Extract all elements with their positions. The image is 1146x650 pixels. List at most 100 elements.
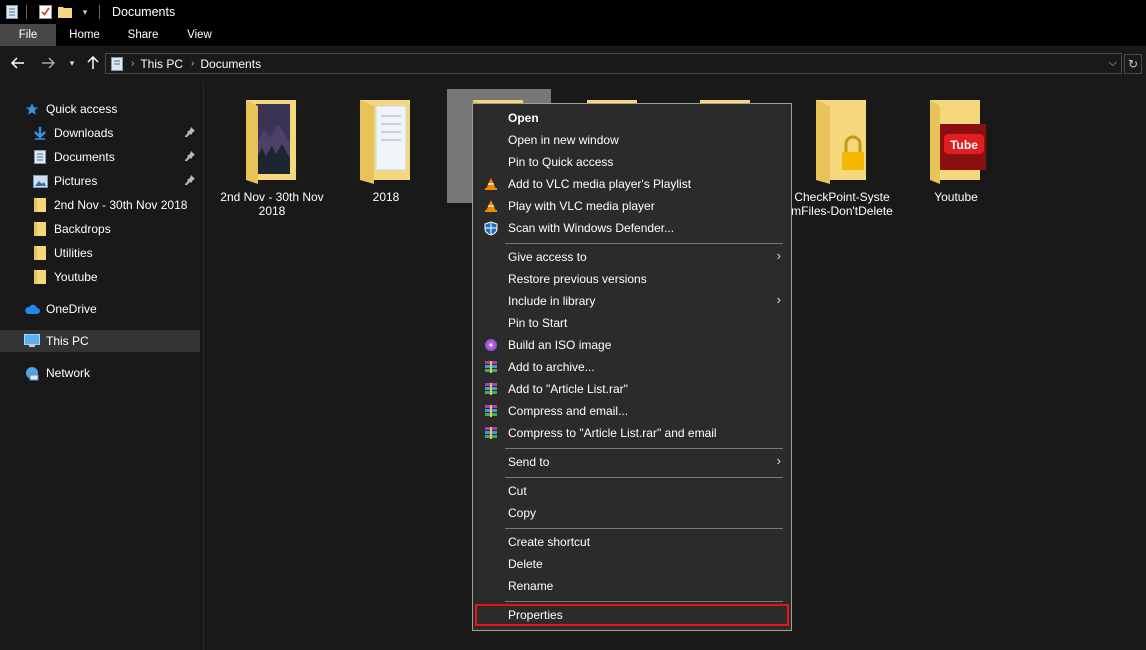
customize-dropdown-icon[interactable]: ▾ xyxy=(77,4,93,20)
sidebar-item-backdrops[interactable]: Backdrops xyxy=(0,218,200,240)
menu-item-label: Scan with Windows Defender... xyxy=(508,221,675,235)
menu-separator xyxy=(505,528,783,529)
properties-icon[interactable] xyxy=(4,4,20,20)
menu-item-open-new-window[interactable]: Open in new window xyxy=(475,129,789,151)
sidebar-item-label: Documents xyxy=(54,150,115,164)
menu-item-label: Build an ISO image xyxy=(508,338,612,352)
breadcrumb-documents[interactable]: Documents xyxy=(200,57,261,71)
menu-item-scan-defender[interactable]: Scan with Windows Defender... xyxy=(475,217,789,239)
menu-item-cut[interactable]: Cut xyxy=(475,480,789,502)
menu-separator xyxy=(505,601,783,602)
menu-item-build-iso[interactable]: Build an ISO image xyxy=(475,334,789,356)
menu-item-add-archive[interactable]: Add to archive... xyxy=(475,356,789,378)
title-separator xyxy=(26,5,27,19)
up-arrow-icon[interactable] xyxy=(84,54,102,72)
pin-icon[interactable] xyxy=(184,126,196,138)
defender-shield-icon xyxy=(483,220,499,236)
sidebar-item-label: 2nd Nov - 30th Nov 2018 xyxy=(54,198,188,212)
winrar-icon xyxy=(483,381,499,397)
menu-item-label: Cut xyxy=(508,484,527,498)
sidebar-item-label: Network xyxy=(46,366,91,380)
menu-item-give-access[interactable]: Give access to › xyxy=(475,246,789,268)
documents-icon xyxy=(32,149,48,165)
menu-item-label: Pin to Quick access xyxy=(508,155,614,169)
sidebar-item-quick-access[interactable]: Quick access xyxy=(0,98,200,120)
checklist-icon[interactable] xyxy=(37,4,53,20)
new-folder-icon[interactable] xyxy=(57,4,73,20)
sidebar-item-label: Utilities xyxy=(54,246,93,260)
sidebar-item-label: Quick access xyxy=(46,102,118,116)
menu-item-compress-email[interactable]: Compress and email... xyxy=(475,400,789,422)
menu-item-label: Open in new window xyxy=(508,133,619,147)
menu-item-open[interactable]: Open xyxy=(475,107,789,129)
menu-item-create-shortcut[interactable]: Create shortcut xyxy=(475,531,789,553)
menu-item-add-rar[interactable]: Add to "Article List.rar" xyxy=(475,378,789,400)
cloud-icon xyxy=(24,301,40,317)
back-arrow-icon[interactable] xyxy=(9,54,27,72)
menu-item-restore-versions[interactable]: Restore previous versions xyxy=(475,268,789,290)
menu-item-label: Compress and email... xyxy=(508,404,629,418)
sidebar-item-label: Pictures xyxy=(54,174,98,188)
folder-item[interactable]: 2018 xyxy=(334,98,438,204)
star-icon xyxy=(24,101,40,117)
context-menu: Open Open in new window Pin to Quick acc… xyxy=(472,103,792,631)
winrar-icon xyxy=(483,425,499,441)
menu-item-label: Copy xyxy=(508,506,537,520)
menu-separator xyxy=(505,477,783,478)
menu-item-pin-quick-access[interactable]: Pin to Quick access xyxy=(475,151,789,173)
tab-home[interactable]: Home xyxy=(56,24,113,46)
sidebar-item-onedrive[interactable]: OneDrive xyxy=(0,298,200,320)
folder-item[interactable]: 2nd Nov - 30th Nov 2018 xyxy=(220,98,324,218)
sidebar-item-utilities[interactable]: Utilities xyxy=(0,242,200,264)
menu-item-compress-rar-email[interactable]: Compress to "Article List.rar" and email xyxy=(475,422,789,444)
folder-name: CheckPoint-SystemFiles-Don'tDelete xyxy=(791,190,893,218)
sidebar-item-network[interactable]: Network xyxy=(0,362,200,384)
menu-item-label: Add to "Article List.rar" xyxy=(508,382,628,396)
menu-item-label: Add to archive... xyxy=(508,360,595,374)
sidebar-item-this-pc[interactable]: This PC xyxy=(0,330,200,352)
svg-text:Tube: Tube xyxy=(950,138,978,152)
menu-item-pin-start[interactable]: Pin to Start xyxy=(475,312,789,334)
menu-item-label: Rename xyxy=(508,579,554,593)
refresh-icon[interactable]: ↻ xyxy=(1124,54,1142,74)
address-dropdown-icon[interactable]: ⌵ xyxy=(1109,57,1117,70)
pictures-icon xyxy=(32,173,48,189)
recent-locations-chevron-icon[interactable]: ▾ xyxy=(63,54,81,72)
breadcrumb-this-pc[interactable]: This PC xyxy=(140,57,183,71)
menu-item-delete[interactable]: Delete xyxy=(475,553,789,575)
menu-item-label: Give access to xyxy=(508,250,587,264)
folder-item[interactable]: Tube Youtube xyxy=(904,98,1008,204)
window-title: Documents xyxy=(112,5,176,19)
breadcrumb-chevron-icon[interactable]: › xyxy=(131,58,134,69)
menu-item-vlc-playlist[interactable]: Add to VLC media player's Playlist xyxy=(475,173,789,195)
sidebar-item-2nd-nov[interactable]: 2nd Nov - 30th Nov 2018 xyxy=(0,194,200,216)
vlc-cone-icon xyxy=(483,176,499,192)
sidebar-item-label: Youtube xyxy=(54,270,98,284)
tab-share[interactable]: Share xyxy=(113,24,173,46)
download-arrow-icon xyxy=(32,125,48,141)
menu-item-vlc-play[interactable]: Play with VLC media player xyxy=(475,195,789,217)
folder-icon xyxy=(240,98,304,186)
breadcrumb-chevron-icon[interactable]: › xyxy=(191,58,194,69)
tab-file[interactable]: File xyxy=(0,24,56,46)
sidebar-item-youtube[interactable]: Youtube xyxy=(0,266,200,288)
menu-item-copy[interactable]: Copy xyxy=(475,502,789,524)
menu-item-label: Add to VLC media player's Playlist xyxy=(508,177,692,191)
sidebar-item-downloads[interactable]: Downloads xyxy=(0,122,200,144)
pin-icon[interactable] xyxy=(184,150,196,162)
menu-item-include-library[interactable]: Include in library › xyxy=(475,290,789,312)
menu-item-properties[interactable]: Properties xyxy=(475,604,789,626)
sidebar-item-pictures[interactable]: Pictures xyxy=(0,170,200,192)
folder-icon xyxy=(32,245,48,261)
menu-item-rename[interactable]: Rename xyxy=(475,575,789,597)
address-bar[interactable]: › This PC › Documents ⌵ xyxy=(105,53,1122,74)
forward-arrow-icon[interactable] xyxy=(39,54,57,72)
pin-icon[interactable] xyxy=(184,174,196,186)
sidebar-item-documents[interactable]: Documents xyxy=(0,146,200,168)
tab-view[interactable]: View xyxy=(173,24,226,46)
menu-separator xyxy=(505,243,783,244)
title-bar: ▾ Documents xyxy=(0,0,1146,24)
folder-name: 2018 xyxy=(372,190,400,204)
menu-item-send-to[interactable]: Send to › xyxy=(475,451,789,473)
folder-item[interactable]: CheckPoint-SystemFiles-Don'tDelete xyxy=(790,98,894,218)
